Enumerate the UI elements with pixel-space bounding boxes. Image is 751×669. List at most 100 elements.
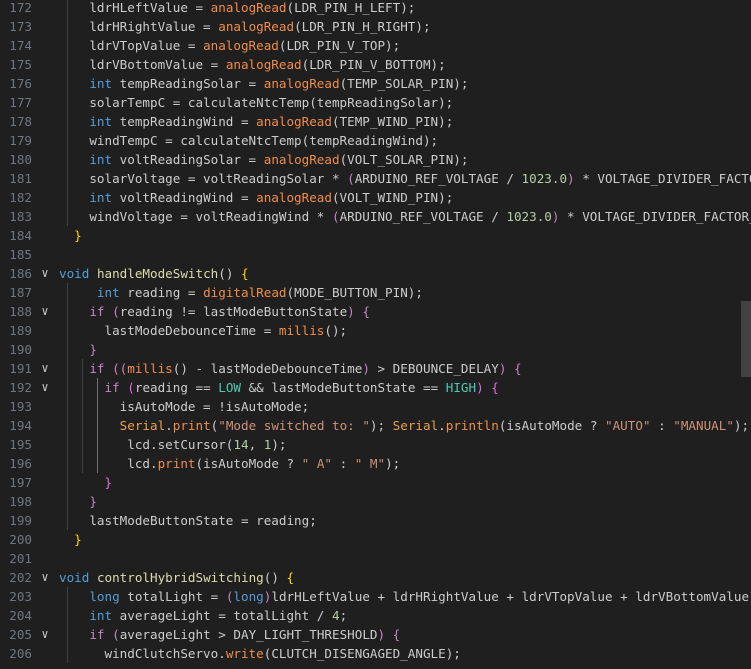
line-number: 198 <box>9 494 32 509</box>
fold-chevron-icon[interactable]: ∨ <box>38 264 52 283</box>
code-line[interactable]: 204 int averageLight = totalLight / 4; <box>0 606 751 625</box>
fold-chevron-icon[interactable]: ∨ <box>38 302 52 321</box>
code-token: Serial <box>392 418 439 433</box>
code-line[interactable]: 179 windTempC = calculateNtcTemp(tempRea… <box>0 131 751 150</box>
code-line[interactable]: 195 lcd.setCursor(14, 1); <box>0 435 751 454</box>
code-line[interactable]: 187 int reading = digitalRead(MODE_BUTTO… <box>0 283 751 302</box>
code-token: ); <box>733 418 750 433</box>
code-line[interactable]: 198 } <box>0 492 751 511</box>
code-line[interactable]: 192 ∨ if (reading == LOW && lastModeButto… <box>0 378 751 397</box>
code-token: (LDR_PIN_V_BOTTOM); <box>301 57 446 72</box>
code-token: windTempC = calculateNtcTemp(tempReading… <box>59 133 439 148</box>
code-line[interactable]: 175 ldrVBottomValue = analogRead(LDR_PIN… <box>0 55 751 74</box>
line-number: 192 <box>9 380 32 395</box>
line-code: int tempReadingWind = analogRead(TEMP_WI… <box>59 112 453 131</box>
code-editor[interactable]: 172 ldrHLeftValue = analogRead(LDR_PIN_H… <box>0 0 751 669</box>
code-line[interactable]: 194 Serial.print("Mode switched to: "); … <box>0 416 751 435</box>
line-code: long totalLight = (long)ldrHLeftValue + … <box>59 587 751 606</box>
line-number: 200 <box>9 532 32 547</box>
code-token: ( <box>127 380 135 395</box>
line-code: int reading = digitalRead(MODE_BUTTON_PI… <box>59 283 423 302</box>
code-line[interactable]: 196 lcd.print(isAutoMode ? " A" : " M"); <box>0 454 751 473</box>
indent-guide <box>67 587 68 663</box>
code-token: if <box>59 304 105 319</box>
code-line[interactable]: 173 ldrHRightValue = analogRead(LDR_PIN_… <box>0 17 751 36</box>
code-token: windVoltage = voltReadingWind * <box>59 209 332 224</box>
code-token: () <box>218 266 242 281</box>
code-token: if <box>59 627 105 642</box>
code-token: lcd. <box>59 456 158 471</box>
line-number: 195 <box>9 437 32 452</box>
code-line[interactable]: 202 ∨ void controlHybridSwitching() { <box>0 568 751 587</box>
code-line[interactable]: 182 int voltReadingWind = analogRead(VOL… <box>0 188 751 207</box>
line-number: 190 <box>9 342 32 357</box>
fold-chevron-icon[interactable]: ∨ <box>38 568 52 587</box>
code-line[interactable]: 186 ∨ void handleModeSwitch() { <box>0 264 751 283</box>
code-token: solarVoltage = voltReadingSolar * <box>59 171 348 186</box>
code-line[interactable]: 190 } <box>0 340 751 359</box>
line-code: lcd.print(isAutoMode ? " A" : " M"); <box>59 454 400 473</box>
code-line[interactable]: 183 windVoltage = voltReadingWind * (ARD… <box>0 207 751 226</box>
code-token: write <box>225 646 264 661</box>
code-token: "AUTO" <box>605 418 651 433</box>
code-line[interactable]: 206 windClutchServo.write(CLUTCH_DISENGA… <box>0 644 751 663</box>
code-line[interactable]: 199 lastModeButtonState = reading; <box>0 511 751 530</box>
code-line[interactable]: 185 <box>0 245 751 264</box>
code-line[interactable]: 189 lastModeDebounceTime = millis(); <box>0 321 751 340</box>
code-token: analogRead <box>218 19 295 34</box>
code-line[interactable]: 181 solarVoltage = voltReadingSolar * (A… <box>0 169 751 188</box>
fold-chevron-icon[interactable]: ∨ <box>38 625 52 644</box>
line-number: 204 <box>9 608 32 623</box>
code-line[interactable]: 193 isAutoMode = !isAutoMode; <box>0 397 751 416</box>
line-number: 178 <box>9 114 32 129</box>
code-line[interactable]: 203 long totalLight = (long)ldrHLeftValu… <box>0 587 751 606</box>
vertical-scrollbar[interactable] <box>741 301 751 377</box>
code-token: ( <box>112 627 120 642</box>
code-line[interactable]: 180 int voltReadingSolar = analogRead(VO… <box>0 150 751 169</box>
code-line[interactable]: 176 int tempReadingSolar = analogRead(TE… <box>0 74 751 93</box>
code-token: solarTempC = calculateNtcTemp(tempReadin… <box>59 95 454 110</box>
line-code: lastModeButtonState = reading; <box>59 511 316 530</box>
code-line[interactable]: 174 ldrVTopValue = analogRead(LDR_PIN_V_… <box>0 36 751 55</box>
code-token: averageLight = totalLight / <box>112 608 332 623</box>
code-line[interactable]: 205 ∨ if (averageLight > DAY_LIGHT_THRESH… <box>0 625 751 644</box>
code-token: ( <box>347 171 355 186</box>
code-token: * VOLTAGE_DIVIDER_FACTOR_ <box>559 209 751 224</box>
line-code: int tempReadingSolar = analogRead(TEMP_S… <box>59 74 468 93</box>
code-line[interactable]: 177 solarTempC = calculateNtcTemp(tempRe… <box>0 93 751 112</box>
line-number: 197 <box>9 475 32 490</box>
line-number: 176 <box>9 76 32 91</box>
code-token: (isAutoMode ? <box>195 456 302 471</box>
line-code: if (reading != lastModeButtonState) { <box>59 302 370 321</box>
fold-chevron-icon[interactable]: ∨ <box>38 359 52 378</box>
line-code: if (averageLight > DAY_LIGHT_THRESHOLD) … <box>59 625 400 644</box>
line-code: solarTempC = calculateNtcTemp(tempReadin… <box>59 93 453 112</box>
fold-chevron-icon[interactable]: ∨ <box>38 378 52 397</box>
line-number: 172 <box>9 0 32 15</box>
code-token: analogRead <box>203 38 279 53</box>
code-token: (TEMP_SOLAR_PIN); <box>339 76 469 91</box>
code-token: (TEMP_WIND_PIN); <box>331 114 454 129</box>
line-number: 182 <box>9 190 32 205</box>
code-token: int <box>59 285 120 300</box>
code-line[interactable]: 184 } <box>0 226 751 245</box>
code-token: (MODE_BUTTON_PIN); <box>286 285 423 300</box>
code-token: (LDR_PIN_H_RIGHT); <box>294 19 431 34</box>
code-token: void <box>59 266 90 281</box>
code-token: ; <box>339 608 348 623</box>
code-line[interactable]: 188 ∨ if (reading != lastModeButtonState)… <box>0 302 751 321</box>
code-line[interactable]: 200 } <box>0 530 751 549</box>
code-token: ) <box>567 171 575 186</box>
code-line[interactable]: 197 } <box>0 473 751 492</box>
code-line[interactable]: 191 ∨ if ((millis() - lastModeDebounceTim… <box>0 359 751 378</box>
code-line[interactable]: 201 <box>0 549 751 568</box>
code-line[interactable]: 178 int tempReadingWind = analogRead(TEM… <box>0 112 751 131</box>
line-number: 205 <box>9 627 32 642</box>
code-token: (LDR_PIN_H_LEFT); <box>286 0 416 15</box>
line-number: 186 <box>9 266 32 281</box>
code-line[interactable]: 172 ldrHLeftValue = analogRead(LDR_PIN_H… <box>0 0 751 17</box>
code-token: ldrVTopValue = <box>59 38 204 53</box>
code-token: millis <box>278 323 325 338</box>
